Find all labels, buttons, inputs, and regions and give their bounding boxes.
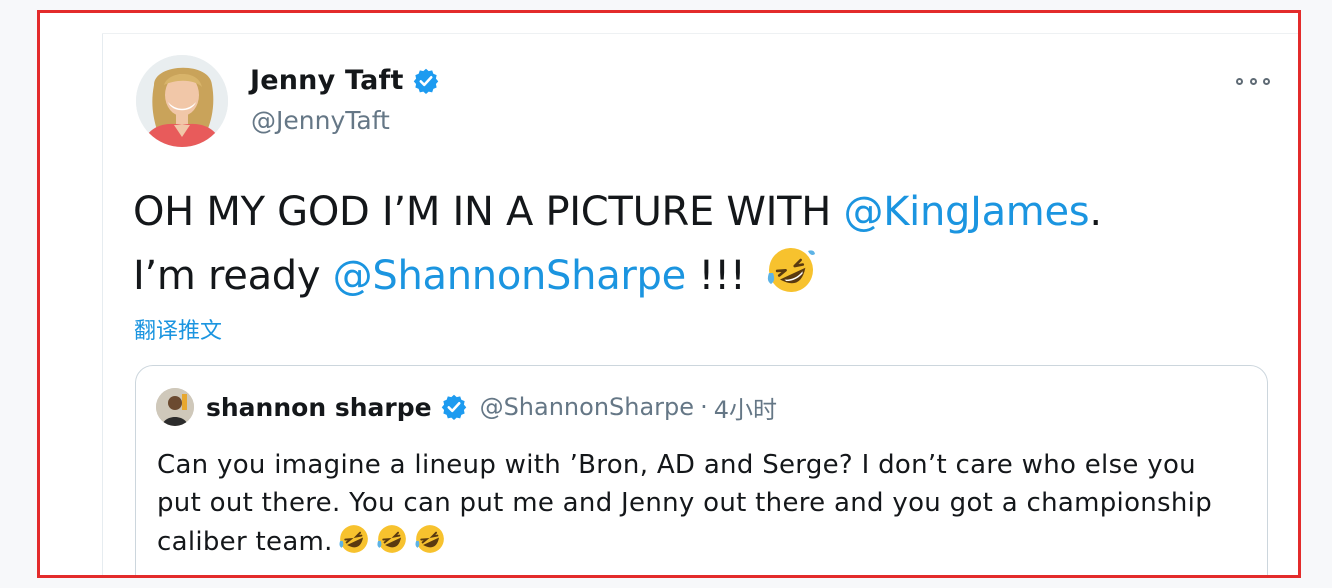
rolling-laughing-emoji-icon <box>337 522 371 556</box>
quoted-tweet-card[interactable]: shannon sharpe @ShannonSharpe · 4小时 Can … <box>135 365 1268 575</box>
author-handle[interactable]: @JennyTaft <box>251 106 390 135</box>
tweet-text: OH MY GOD I’M IN A PICTURE WITH @KingJam… <box>133 181 1293 307</box>
quoted-author-avatar <box>156 388 194 426</box>
author-avatar[interactable] <box>136 55 228 147</box>
tweet-text-part: !!! <box>685 253 758 299</box>
tweet-text-part: . <box>1089 189 1102 235</box>
quoted-tweet-header: shannon sharpe @ShannonSharpe · 4小时 <box>156 388 777 426</box>
quoted-tweet-body: Can you imagine a lineup with ’Bron, AD … <box>157 450 1213 557</box>
more-options-icon[interactable] <box>1236 71 1270 91</box>
verified-badge-icon <box>440 393 468 421</box>
more-dot <box>1263 77 1270 85</box>
separator-dot: · <box>700 393 708 421</box>
rolling-laughing-emoji-icon <box>764 243 818 297</box>
quoted-tweet-time: 4小时 <box>713 395 777 424</box>
rolling-laughing-emoji-icon <box>413 522 447 556</box>
quoted-author-name: shannon sharpe <box>206 392 432 422</box>
translate-tweet-link[interactable]: 翻译推文 <box>134 313 222 345</box>
mention-link-kingjames[interactable]: @KingJames <box>844 189 1090 235</box>
card-top-border <box>102 33 1298 34</box>
author-name-row[interactable]: Jenny Taft <box>250 65 440 96</box>
rolling-laughing-emoji-icon <box>375 522 409 556</box>
verified-badge-icon <box>412 67 440 95</box>
screenshot-highlight-frame: Jenny Taft @JennyTaft OH MY GOD I’M IN A… <box>37 10 1301 578</box>
more-dot <box>1249 77 1257 85</box>
card-left-border <box>102 33 103 575</box>
tweet-text-part: I’m ready <box>133 253 333 299</box>
mention-link-shannonsharpe[interactable]: @ShannonSharpe <box>333 253 687 299</box>
more-dot <box>1236 77 1243 85</box>
quoted-author-handle: @ShannonSharpe <box>479 393 695 421</box>
tweet-text-part: OH MY GOD I’M IN A PICTURE WITH <box>133 189 844 235</box>
author-name[interactable]: Jenny Taft <box>250 65 404 96</box>
quoted-tweet-text: Can you imagine a lineup with ’Bron, AD … <box>157 446 1247 561</box>
